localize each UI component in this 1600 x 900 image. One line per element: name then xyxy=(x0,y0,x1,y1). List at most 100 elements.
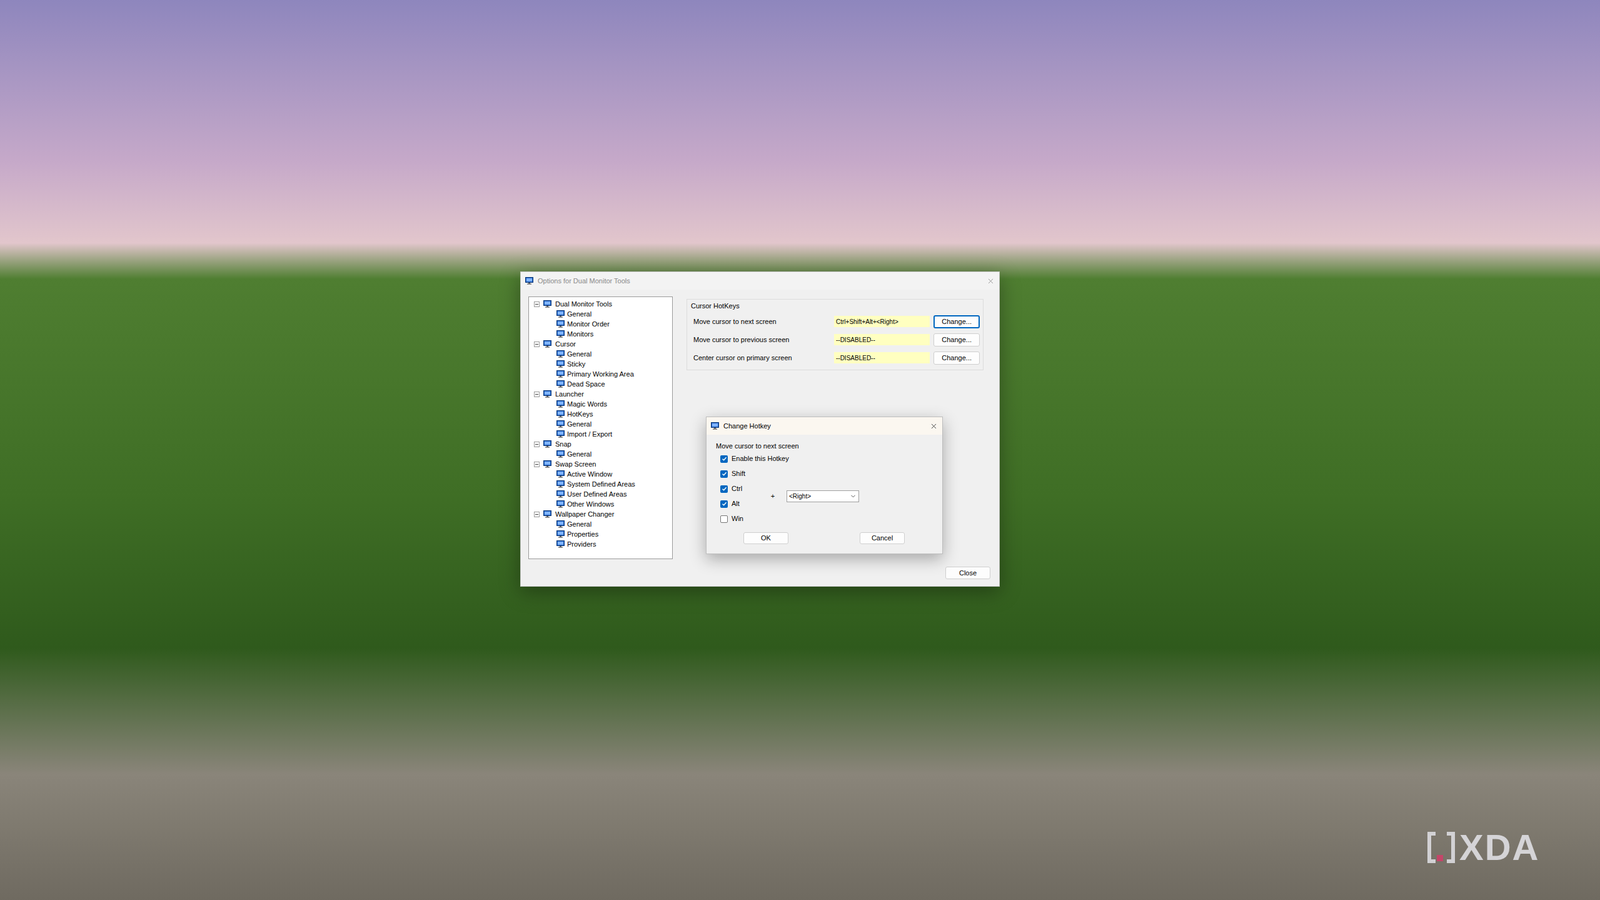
hotkey-row: Move cursor to next screenCtrl+Shift+Alt… xyxy=(693,315,980,329)
tree-item[interactable]: Providers xyxy=(533,538,673,549)
tree-group: SnapGeneral xyxy=(533,438,673,459)
tree-item[interactable]: General xyxy=(533,418,673,429)
monitor-icon xyxy=(543,510,552,518)
expander-toggle[interactable] xyxy=(533,301,540,307)
key-dropdown[interactable]: <Right> xyxy=(786,490,860,503)
checkbox-box[interactable] xyxy=(720,500,728,508)
tree-item[interactable]: Other Windows xyxy=(533,498,673,509)
xda-logo-icon xyxy=(1426,829,1456,865)
checkbox-box[interactable] xyxy=(720,485,728,493)
change-button[interactable]: Change... xyxy=(933,333,980,347)
change-button[interactable]: Change... xyxy=(933,315,980,329)
tree-item[interactable]: Dual Monitor Tools xyxy=(533,298,673,309)
tree-item[interactable]: General xyxy=(533,518,673,529)
tree-item[interactable]: General xyxy=(533,348,673,359)
tree-item[interactable]: Cursor xyxy=(533,338,673,349)
tree-item[interactable]: Active Window xyxy=(533,468,673,479)
close-icon[interactable] xyxy=(986,276,995,286)
hotkeys-group: Cursor HotKeysMove cursor to next screen… xyxy=(686,298,984,371)
tree-item[interactable]: HotKeys xyxy=(533,408,673,419)
monitor-icon xyxy=(556,520,565,528)
dialog-body: Move cursor to next screenEnable this Ho… xyxy=(706,434,943,544)
monitor-icon xyxy=(556,480,565,488)
tree-view[interactable]: Dual Monitor ToolsGeneralMonitor OrderMo… xyxy=(528,296,673,559)
expander-toggle[interactable] xyxy=(533,461,540,468)
tree-group: Dual Monitor ToolsGeneralMonitor OrderMo… xyxy=(533,298,673,339)
tree-item[interactable]: User Defined Areas xyxy=(533,488,673,499)
title-bar: Options for Dual Monitor Tools xyxy=(520,271,1000,290)
tree-group: Swap ScreenActive WindowSystem Defined A… xyxy=(533,458,673,509)
check-icon xyxy=(721,485,728,492)
enable-checkbox[interactable]: Enable this Hotkey xyxy=(720,453,943,464)
modifier-checkbox[interactable]: Shift xyxy=(720,468,760,479)
expander-toggle[interactable] xyxy=(533,511,540,518)
check-icon xyxy=(721,500,728,507)
change-hotkey-dialog: Change Hotkey Move cursor to next screenE… xyxy=(705,416,943,554)
change-button[interactable]: Change... xyxy=(933,351,980,365)
hotkey-row: Center cursor on primary screen--DISABLE… xyxy=(693,351,980,365)
hotkey-value: --DISABLED-- xyxy=(834,333,930,346)
window-title: Options for Dual Monitor Tools xyxy=(537,275,983,287)
tree-item[interactable]: Properties xyxy=(533,528,673,539)
monitor-icon xyxy=(556,450,565,458)
check-icon xyxy=(721,470,728,477)
tree-item[interactable]: Primary Working Area xyxy=(533,368,673,379)
expander-toggle[interactable] xyxy=(533,341,540,348)
monitor-icon xyxy=(556,400,565,408)
monitor-icon xyxy=(556,320,565,328)
tree-item[interactable]: Snap xyxy=(533,438,673,449)
tree-item[interactable]: Sticky xyxy=(533,358,673,369)
monitor-icon xyxy=(556,500,565,508)
tree-item[interactable]: Monitor Order xyxy=(533,318,673,329)
hotkey-label: Move cursor to previous screen xyxy=(693,334,835,346)
modifier-checkbox[interactable]: Ctrl xyxy=(720,483,760,494)
checkbox-box[interactable] xyxy=(720,455,728,463)
modifier-checkbox[interactable]: Win xyxy=(720,513,760,524)
modifier-checkbox[interactable]: Alt xyxy=(720,498,760,509)
hotkey-value: --DISABLED-- xyxy=(834,352,930,364)
monitor-icon xyxy=(556,430,565,438)
check-icon xyxy=(721,455,728,462)
expander-toggle[interactable] xyxy=(533,441,540,448)
tree-item[interactable]: System Defined Areas xyxy=(533,478,673,489)
monitor-icon xyxy=(556,540,565,548)
monitor-icon xyxy=(556,420,565,428)
tree-item[interactable]: Swap Screen xyxy=(533,458,673,469)
expander-toggle[interactable] xyxy=(533,391,540,398)
monitor-icon xyxy=(556,330,565,338)
tree-item[interactable]: Magic Words xyxy=(533,398,673,409)
hotkey-row: Move cursor to previous screen--DISABLED… xyxy=(693,333,980,347)
tree-item[interactable]: Wallpaper Changer xyxy=(533,508,673,519)
tree-item[interactable]: Import / Export xyxy=(533,428,673,439)
monitor-icon xyxy=(556,360,565,368)
dialog-button[interactable]: Cancel xyxy=(859,532,905,544)
footer: Close xyxy=(520,558,1000,579)
tree-item[interactable]: Monitors xyxy=(533,328,673,339)
checkbox-box[interactable] xyxy=(720,470,728,478)
tree-item[interactable]: Launcher xyxy=(533,388,673,399)
monitor-icon xyxy=(556,410,565,418)
hotkey-value: Ctrl+Shift+Alt+<Right> xyxy=(834,315,930,328)
monitor-icon xyxy=(556,380,565,388)
tree-item[interactable]: General xyxy=(533,308,673,319)
monitor-icon xyxy=(543,300,552,308)
monitor-icon xyxy=(556,370,565,378)
close-icon[interactable] xyxy=(929,422,938,431)
monitor-icon xyxy=(556,310,565,318)
dialog-button[interactable]: OK xyxy=(743,532,789,544)
checkbox-box[interactable] xyxy=(720,515,728,523)
monitor-icon xyxy=(543,440,552,448)
close-button[interactable]: Close xyxy=(945,566,991,579)
dialog-title-bar: Change Hotkey xyxy=(706,417,943,435)
monitor-icon xyxy=(556,350,565,358)
action-label: Move cursor to next screen xyxy=(715,440,943,452)
hotkey-label: Center cursor on primary screen xyxy=(693,352,835,364)
dialog-title: Change Hotkey xyxy=(723,420,926,432)
monitor-icon xyxy=(556,530,565,538)
tree-item[interactable]: Dead Space xyxy=(533,378,673,389)
tree-item[interactable]: General xyxy=(533,448,673,459)
plus-sign: + xyxy=(759,490,787,502)
tree-group: Wallpaper ChangerGeneralPropertiesProvid… xyxy=(533,508,673,549)
monitor-icon xyxy=(543,390,552,398)
monitor-icon xyxy=(543,340,552,348)
